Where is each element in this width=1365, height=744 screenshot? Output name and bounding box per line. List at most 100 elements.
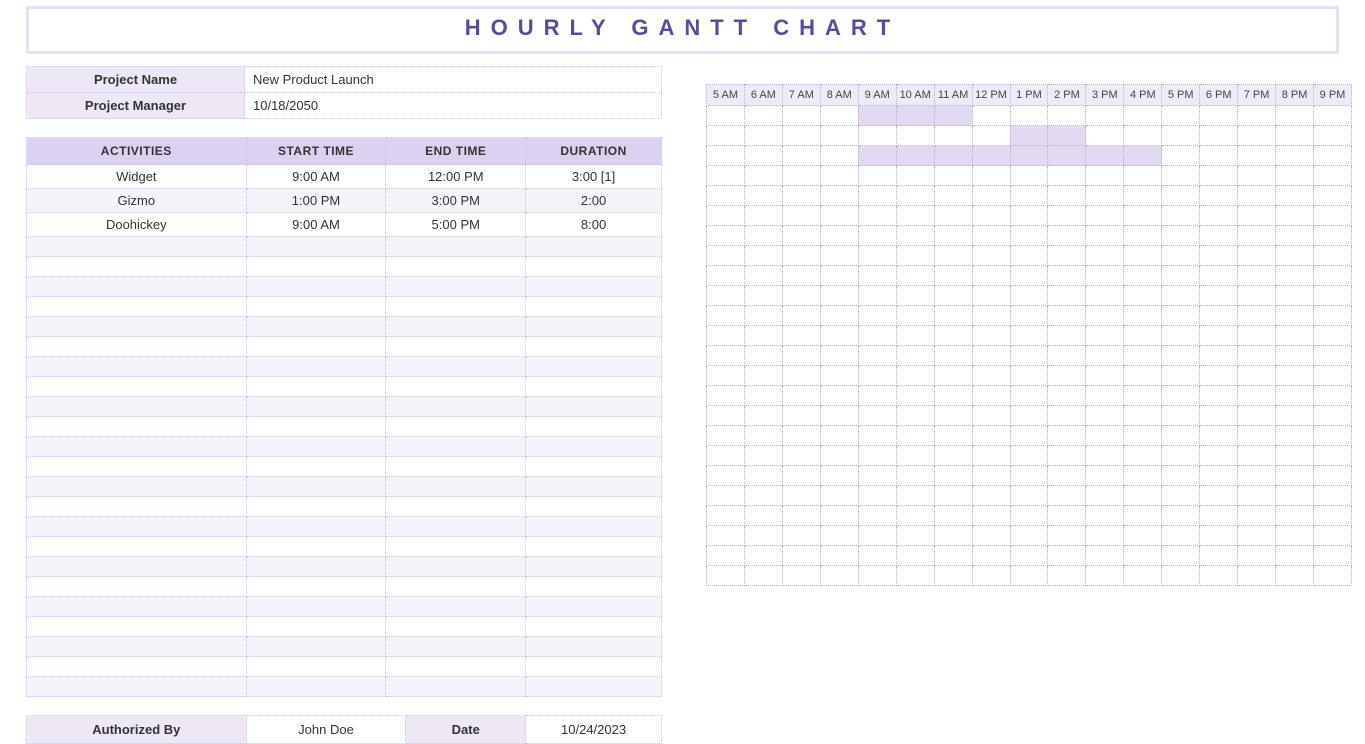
- activity-end[interactable]: 12:00 PM: [386, 165, 526, 189]
- empty-cell[interactable]: [386, 277, 526, 297]
- table-row[interactable]: [27, 557, 662, 577]
- empty-cell[interactable]: [27, 417, 247, 437]
- empty-cell[interactable]: [246, 317, 386, 337]
- table-row[interactable]: [27, 437, 662, 457]
- empty-cell[interactable]: [526, 517, 662, 537]
- empty-cell[interactable]: [386, 257, 526, 277]
- project-manager-value[interactable]: 10/18/2050: [245, 93, 662, 119]
- empty-cell[interactable]: [246, 617, 386, 637]
- empty-cell[interactable]: [386, 457, 526, 477]
- empty-cell[interactable]: [526, 257, 662, 277]
- empty-cell[interactable]: [386, 497, 526, 517]
- empty-cell[interactable]: [526, 457, 662, 477]
- empty-cell[interactable]: [27, 597, 247, 617]
- activity-duration[interactable]: 3:00 [1]: [526, 165, 662, 189]
- empty-cell[interactable]: [246, 457, 386, 477]
- authorized-by-value[interactable]: John Doe: [246, 716, 406, 744]
- empty-cell[interactable]: [386, 417, 526, 437]
- empty-cell[interactable]: [27, 457, 247, 477]
- empty-cell[interactable]: [386, 557, 526, 577]
- empty-cell[interactable]: [386, 337, 526, 357]
- empty-cell[interactable]: [386, 597, 526, 617]
- table-row[interactable]: [27, 497, 662, 517]
- activity-end[interactable]: 3:00 PM: [386, 189, 526, 213]
- activity-end[interactable]: 5:00 PM: [386, 213, 526, 237]
- activity-name[interactable]: Widget: [27, 165, 247, 189]
- empty-cell[interactable]: [386, 297, 526, 317]
- empty-cell[interactable]: [27, 617, 247, 637]
- empty-cell[interactable]: [246, 577, 386, 597]
- empty-cell[interactable]: [27, 637, 247, 657]
- empty-cell[interactable]: [386, 377, 526, 397]
- empty-cell[interactable]: [526, 317, 662, 337]
- table-row[interactable]: [27, 297, 662, 317]
- empty-cell[interactable]: [526, 637, 662, 657]
- empty-cell[interactable]: [386, 577, 526, 597]
- empty-cell[interactable]: [386, 677, 526, 697]
- table-row[interactable]: [27, 397, 662, 417]
- empty-cell[interactable]: [386, 477, 526, 497]
- empty-cell[interactable]: [27, 477, 247, 497]
- table-row[interactable]: Gizmo1:00 PM3:00 PM2:00: [27, 189, 662, 213]
- empty-cell[interactable]: [27, 297, 247, 317]
- empty-cell[interactable]: [27, 677, 247, 697]
- activity-start[interactable]: 1:00 PM: [246, 189, 386, 213]
- empty-cell[interactable]: [27, 497, 247, 517]
- empty-cell[interactable]: [526, 377, 662, 397]
- empty-cell[interactable]: [526, 297, 662, 317]
- empty-cell[interactable]: [246, 657, 386, 677]
- empty-cell[interactable]: [386, 617, 526, 637]
- table-row[interactable]: [27, 657, 662, 677]
- empty-cell[interactable]: [526, 237, 662, 257]
- empty-cell[interactable]: [27, 537, 247, 557]
- table-row[interactable]: [27, 577, 662, 597]
- empty-cell[interactable]: [27, 657, 247, 677]
- empty-cell[interactable]: [246, 637, 386, 657]
- empty-cell[interactable]: [246, 497, 386, 517]
- project-name-value[interactable]: New Product Launch: [245, 67, 662, 93]
- table-row[interactable]: [27, 457, 662, 477]
- table-row[interactable]: [27, 417, 662, 437]
- empty-cell[interactable]: [27, 257, 247, 277]
- table-row[interactable]: [27, 257, 662, 277]
- activity-start[interactable]: 9:00 AM: [246, 213, 386, 237]
- empty-cell[interactable]: [386, 437, 526, 457]
- empty-cell[interactable]: [246, 437, 386, 457]
- empty-cell[interactable]: [27, 437, 247, 457]
- empty-cell[interactable]: [246, 237, 386, 257]
- empty-cell[interactable]: [526, 617, 662, 637]
- table-row[interactable]: [27, 277, 662, 297]
- empty-cell[interactable]: [526, 537, 662, 557]
- empty-cell[interactable]: [386, 657, 526, 677]
- table-row[interactable]: [27, 317, 662, 337]
- empty-cell[interactable]: [27, 517, 247, 537]
- empty-cell[interactable]: [246, 397, 386, 417]
- empty-cell[interactable]: [246, 357, 386, 377]
- table-row[interactable]: [27, 377, 662, 397]
- empty-cell[interactable]: [246, 277, 386, 297]
- empty-cell[interactable]: [526, 397, 662, 417]
- table-row[interactable]: Widget9:00 AM12:00 PM3:00 [1]: [27, 165, 662, 189]
- empty-cell[interactable]: [246, 377, 386, 397]
- empty-cell[interactable]: [526, 577, 662, 597]
- empty-cell[interactable]: [526, 657, 662, 677]
- empty-cell[interactable]: [386, 317, 526, 337]
- empty-cell[interactable]: [246, 517, 386, 537]
- empty-cell[interactable]: [526, 417, 662, 437]
- table-row[interactable]: [27, 237, 662, 257]
- empty-cell[interactable]: [526, 357, 662, 377]
- empty-cell[interactable]: [386, 517, 526, 537]
- empty-cell[interactable]: [526, 497, 662, 517]
- empty-cell[interactable]: [246, 477, 386, 497]
- table-row[interactable]: [27, 537, 662, 557]
- empty-cell[interactable]: [526, 337, 662, 357]
- empty-cell[interactable]: [246, 557, 386, 577]
- empty-cell[interactable]: [27, 577, 247, 597]
- activity-name[interactable]: Doohickey: [27, 213, 247, 237]
- empty-cell[interactable]: [27, 277, 247, 297]
- empty-cell[interactable]: [386, 537, 526, 557]
- table-row[interactable]: [27, 517, 662, 537]
- empty-cell[interactable]: [386, 357, 526, 377]
- table-row[interactable]: [27, 357, 662, 377]
- empty-cell[interactable]: [27, 397, 247, 417]
